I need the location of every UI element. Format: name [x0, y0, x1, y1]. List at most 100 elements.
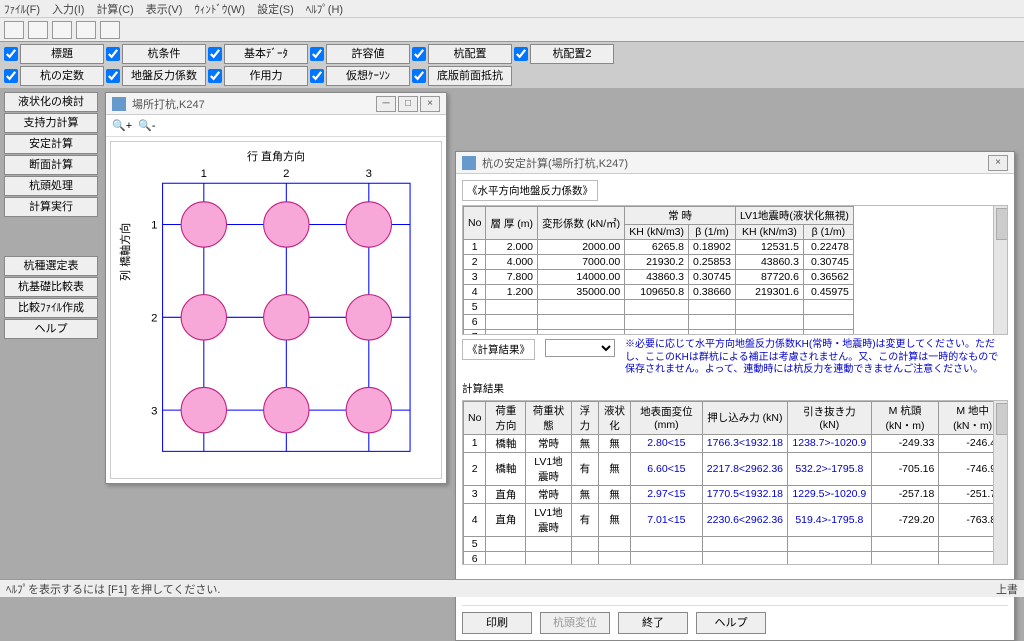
table-cell: 4 [464, 503, 486, 536]
sb-compare[interactable]: 杭基礎比較表 [4, 277, 98, 297]
table-cell: -729.20 [871, 503, 939, 536]
zoom-out-icon[interactable]: 🔍- [138, 119, 155, 132]
rb-1-1[interactable]: 標題 [20, 44, 104, 64]
sb-compfile[interactable]: 比較ﾌｧｲﾙ作成 [4, 298, 98, 318]
table-cell: 6265.8 [625, 240, 689, 255]
menubar[interactable]: ﾌｧｲﾙ(F) 入力(I) 計算(C) 表示(V) ｳｨﾝﾄﾞｳ(W) 設定(S… [0, 0, 1024, 18]
sb-run[interactable]: 計算実行 [4, 197, 98, 217]
table-row: 41.20035000.00109650.80.38660219301.60.4… [464, 285, 854, 300]
table-row: 12.0002000.006265.80.1890212531.50.22478 [464, 240, 854, 255]
t2-scrollbar[interactable] [993, 401, 1007, 564]
chk-1-1[interactable] [4, 47, 18, 61]
rb-2-2[interactable]: 地盤反力係数 [122, 66, 206, 86]
menu-settings[interactable]: 設定(S) [257, 1, 294, 17]
table-cell: 6.60<15 [630, 452, 702, 485]
table-cell [803, 300, 853, 315]
sb-help[interactable]: ヘルプ [4, 319, 98, 339]
table-cell: 7000.00 [538, 255, 625, 270]
table-cell: 35000.00 [538, 285, 625, 300]
sb-stability[interactable]: 安定計算 [4, 134, 98, 154]
rb-1-5[interactable]: 杭配置 [428, 44, 512, 64]
chk-2-5[interactable] [412, 69, 426, 83]
pilewin-titlebar[interactable]: 場所打杭,K247 ─ □ × [106, 93, 446, 115]
table-row: 5 [464, 536, 1007, 551]
table-cell: 43860.3 [625, 270, 689, 285]
table-header: 液状化 [599, 401, 631, 434]
kh-table: No 層 厚 (m) 変形係数 (kN/㎡) 常 時 LV1地震時(液状化無視)… [463, 206, 854, 335]
table-cell [486, 536, 526, 551]
tool-4[interactable] [76, 21, 96, 39]
table-header: 荷重 方向 [486, 401, 526, 434]
tool-2[interactable] [28, 21, 48, 39]
t1-h-kh1: KH (kN/m3) [625, 225, 689, 240]
tool-1[interactable] [4, 21, 24, 39]
table-cell [803, 330, 853, 336]
toolbar [0, 18, 1024, 42]
menu-calc[interactable]: 計算(C) [96, 1, 133, 17]
table-cell [630, 551, 702, 565]
min-icon[interactable]: ─ [376, 96, 396, 112]
t1-scrollbar[interactable] [993, 206, 1007, 334]
app-icon [112, 97, 126, 111]
sidebar: 液状化の検討 支持力計算 安定計算 断面計算 杭頭処理 計算実行 杭種選定表 杭… [4, 92, 98, 340]
table-cell: 橋軸 [486, 452, 526, 485]
menu-file[interactable]: ﾌｧｲﾙ(F) [4, 1, 40, 17]
menu-input[interactable]: 入力(I) [52, 1, 84, 17]
chk-2-1[interactable] [4, 69, 18, 83]
menu-view[interactable]: 表示(V) [146, 1, 183, 17]
rb-1-3[interactable]: 基本ﾃﾞｰﾀ [224, 44, 308, 64]
print-button[interactable]: 印刷 [462, 612, 532, 634]
chk-1-5[interactable] [412, 47, 426, 61]
close-button[interactable]: 終了 [618, 612, 688, 634]
sb-liq[interactable]: 液状化の検討 [4, 92, 98, 112]
ribbon: 標題 杭条件 基本ﾃﾞｰﾀ 許容値 杭配置 杭配置2 杭の定数 地盤反力係数 作… [0, 42, 1024, 88]
table-cell: 5 [464, 300, 486, 315]
tool-3[interactable] [52, 21, 72, 39]
chk-1-3[interactable] [208, 47, 222, 61]
rb-2-5[interactable]: 底版前面抵抗 [428, 66, 512, 86]
button-row: 印刷 杭頭変位 終了 ヘルプ [462, 605, 1008, 634]
rb-1-2[interactable]: 杭条件 [122, 44, 206, 64]
chk-1-2[interactable] [106, 47, 120, 61]
app-icon [462, 156, 476, 170]
close-icon[interactable]: × [420, 96, 440, 112]
help-button[interactable]: ヘルプ [696, 612, 766, 634]
sb-pilehead[interactable]: 杭頭処理 [4, 176, 98, 196]
calcwin-titlebar[interactable]: 杭の安定計算(場所打杭,K247) × [456, 152, 1014, 174]
svg-text:1: 1 [201, 168, 207, 180]
table-header: 荷重状態 [526, 401, 571, 434]
tool-5[interactable] [100, 21, 120, 39]
close-icon[interactable]: × [988, 155, 1008, 171]
table-header: 押し込み力 (kN) [702, 401, 787, 434]
table-cell: 2000.00 [538, 240, 625, 255]
table-cell [486, 330, 538, 336]
table-cell: 直角 [486, 503, 526, 536]
menu-window[interactable]: ｳｨﾝﾄﾞｳ(W) [194, 1, 245, 17]
chk-2-4[interactable] [310, 69, 324, 83]
result-select[interactable] [545, 339, 615, 357]
result-table: No荷重 方向荷重状態浮 力液状化地表面変位 (mm)押し込み力 (kN)引き抜… [463, 401, 1007, 565]
rb-2-4[interactable]: 仮想ｹｰｿﾝ [326, 66, 410, 86]
chk-1-4[interactable] [310, 47, 324, 61]
table-cell: 87720.6 [736, 270, 804, 285]
table-cell: 有 [571, 503, 598, 536]
chk-1-6[interactable] [514, 47, 528, 61]
table-cell: 1.200 [486, 285, 538, 300]
chk-2-3[interactable] [208, 69, 222, 83]
sb-section[interactable]: 断面計算 [4, 155, 98, 175]
sb-bearing[interactable]: 支持力計算 [4, 113, 98, 133]
max-icon[interactable]: □ [398, 96, 418, 112]
rb-1-6[interactable]: 杭配置2 [530, 44, 614, 64]
t1-h-def: 変形係数 (kN/㎡) [538, 207, 625, 240]
rb-2-3[interactable]: 作用力 [224, 66, 308, 86]
rb-2-1[interactable]: 杭の定数 [20, 66, 104, 86]
pilehead-button[interactable]: 杭頭変位 [540, 612, 610, 634]
sb-type[interactable]: 杭種選定表 [4, 256, 98, 276]
chk-2-2[interactable] [106, 69, 120, 83]
rb-1-4[interactable]: 許容値 [326, 44, 410, 64]
svg-text:2: 2 [151, 312, 157, 324]
table-cell [803, 315, 853, 330]
zoom-in-icon[interactable]: 🔍+ [112, 119, 132, 132]
menu-help[interactable]: ﾍﾙﾌﾟ(H) [306, 1, 343, 17]
table-cell: 5 [464, 536, 486, 551]
